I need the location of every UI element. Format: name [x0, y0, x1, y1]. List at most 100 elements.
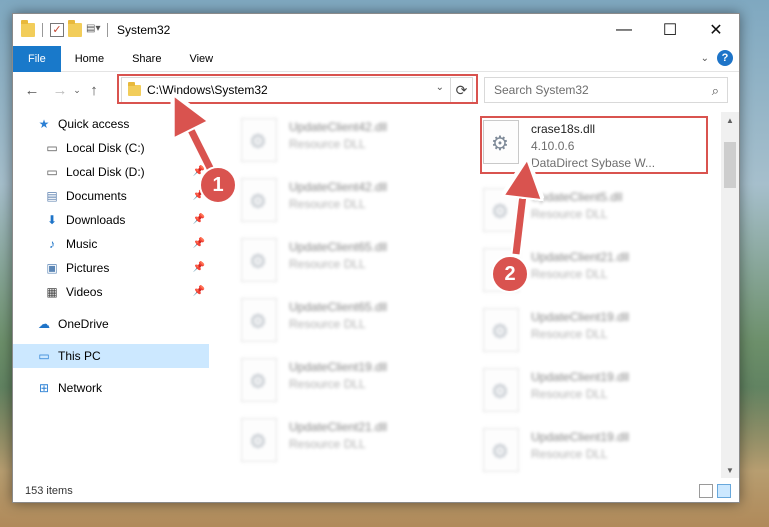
status-bar: 153 items: [13, 480, 739, 502]
download-icon: ⬇: [46, 213, 58, 227]
pin-icon[interactable]: 📌: [193, 262, 205, 273]
file-type: Resource DLL: [289, 317, 366, 331]
list-item[interactable]: UpdateClient21.dll Resource DLL: [241, 418, 467, 468]
tab-share[interactable]: Share: [118, 46, 175, 72]
pictures-icon: ▣: [46, 261, 58, 275]
scroll-up-icon[interactable]: ▲: [721, 112, 739, 128]
tiles-view-icon[interactable]: [717, 484, 731, 498]
title-bar: ✓ ▤▾ System32 — ☐ ✕: [13, 14, 739, 46]
pin-icon[interactable]: 📌: [193, 238, 205, 249]
file-name: UpdateClient42.dll: [289, 120, 388, 134]
sidebar-item-this-pc[interactable]: ▭ This PC: [13, 344, 209, 368]
vertical-scrollbar[interactable]: ▲ ▼: [721, 112, 739, 478]
file-type: Resource DLL: [289, 137, 366, 151]
navigation-pane: ★ Quick access ▭ Local Disk (C:) ▭ Local…: [13, 112, 209, 478]
pin-icon[interactable]: 📌: [193, 286, 205, 297]
file-name: UpdateClient21.dll: [289, 420, 388, 434]
file-name: UpdateClient19.dll: [531, 370, 630, 384]
scroll-down-icon[interactable]: ▼: [721, 462, 739, 478]
list-item[interactable]: UpdateClient65.dll Resource DLL: [241, 238, 467, 288]
file-name: UpdateClient19.dll: [289, 360, 388, 374]
file-type: Resource DLL: [531, 327, 608, 341]
sidebar-item-pictures[interactable]: ▣ Pictures 📌: [13, 256, 209, 280]
ribbon-tabs: File Home Share View ⌄ ?: [13, 45, 739, 72]
sidebar-item-label: Music: [66, 237, 98, 251]
dll-file-icon: [241, 118, 277, 162]
sidebar-item-label: Local Disk (C:): [66, 141, 145, 155]
sidebar-item-music[interactable]: ♪ Music 📌: [13, 232, 209, 256]
tab-file[interactable]: File: [13, 45, 61, 72]
window-title: System32: [117, 23, 171, 37]
list-item[interactable]: UpdateClient19.dll Resource DLL: [241, 358, 467, 408]
list-item[interactable]: UpdateClient42.dll Resource DLL: [241, 118, 467, 168]
star-icon: ★: [38, 117, 50, 131]
dll-file-icon: [483, 308, 519, 352]
sidebar-item-label: Pictures: [66, 261, 110, 275]
sidebar-item-documents[interactable]: ▤ Documents 📌: [13, 184, 209, 208]
list-item[interactable]: UpdateClient19.dll Resource DLL: [483, 428, 709, 478]
quick-access-toolbar: ✓ ▤▾: [21, 20, 111, 37]
file-type: Resource DLL: [531, 387, 608, 401]
back-button[interactable]: ←: [21, 79, 43, 101]
expand-ribbon-icon[interactable]: ⌄: [701, 53, 709, 64]
file-type: Resource DLL: [531, 207, 608, 221]
details-view-icon[interactable]: [699, 484, 713, 498]
drive-icon: ▭: [46, 141, 58, 155]
help-icon[interactable]: ?: [717, 50, 733, 66]
search-icon[interactable]: ⌕: [712, 83, 719, 99]
sidebar-item-onedrive[interactable]: ☁ OneDrive: [13, 312, 209, 336]
cloud-icon: ☁: [38, 317, 50, 331]
sidebar-item-local-disk-d[interactable]: ▭ Local Disk (D:) 📌: [13, 160, 209, 184]
folder-icon: [21, 20, 35, 37]
list-item[interactable]: UpdateClient42.dll Resource DLL: [241, 178, 467, 228]
sidebar-item-quick-access[interactable]: ★ Quick access: [13, 112, 209, 136]
file-name: UpdateClient19.dll: [531, 310, 630, 324]
properties-icon[interactable]: ✓: [50, 23, 64, 37]
sidebar-item-local-disk-c[interactable]: ▭ Local Disk (C:): [13, 136, 209, 160]
sidebar-item-videos[interactable]: ▦ Videos 📌: [13, 280, 209, 304]
sidebar-item-downloads[interactable]: ⬇ Downloads 📌: [13, 208, 209, 232]
file-type: Resource DLL: [289, 377, 366, 391]
dll-file-icon: [241, 178, 277, 222]
file-type: Resource DLL: [531, 267, 608, 281]
customize-toolbar-icon[interactable]: ▤▾: [86, 23, 100, 37]
new-folder-icon[interactable]: [68, 20, 82, 37]
music-icon: ♪: [49, 237, 55, 251]
divider: [42, 23, 43, 37]
dll-file-icon: [483, 368, 519, 412]
sidebar-item-network[interactable]: ⊞ Network: [13, 376, 209, 400]
file-list: UpdateClient42.dll Resource DLL UpdateCli…: [221, 112, 721, 478]
address-bar-highlight: [117, 74, 478, 104]
file-name: UpdateClient21.dll: [531, 250, 630, 264]
dll-file-icon: [241, 418, 277, 462]
list-item[interactable]: UpdateClient65.dll Resource DLL: [241, 298, 467, 348]
search-box[interactable]: ⌕: [484, 77, 728, 103]
search-input[interactable]: [494, 83, 694, 97]
sidebar-item-label: Network: [58, 381, 103, 395]
close-button[interactable]: ✕: [693, 14, 739, 46]
forward-button[interactable]: →: [49, 79, 71, 101]
minimize-button[interactable]: —: [601, 14, 647, 46]
target-file-highlight: [480, 116, 708, 174]
list-item[interactable]: UpdateClient5.dll Resource DLL: [483, 188, 709, 238]
recent-locations-button[interactable]: ⌄: [71, 79, 83, 101]
file-explorer-window: ✓ ▤▾ System32 — ☐ ✕ File Home Share View…: [12, 13, 740, 503]
file-name: UpdateClient65.dll: [289, 300, 388, 314]
sidebar-item-label: Documents: [66, 189, 127, 203]
ribbon-right: ⌄ ?: [701, 50, 733, 66]
network-icon: ⊞: [38, 381, 50, 395]
file-name: UpdateClient65.dll: [289, 240, 388, 254]
maximize-button[interactable]: ☐: [647, 14, 693, 46]
tab-home[interactable]: Home: [61, 46, 118, 72]
up-button[interactable]: ↑: [83, 79, 105, 101]
list-item[interactable]: UpdateClient19.dll Resource DLL: [483, 368, 709, 418]
list-item[interactable]: UpdateClient19.dll Resource DLL: [483, 308, 709, 358]
step-2-badge: 2: [491, 255, 529, 293]
item-count: 153 items: [25, 485, 73, 497]
file-type: Resource DLL: [531, 447, 608, 461]
scroll-thumb[interactable]: [724, 142, 736, 188]
dll-file-icon: [241, 238, 277, 282]
tab-view[interactable]: View: [175, 46, 227, 72]
pin-icon[interactable]: 📌: [193, 214, 205, 225]
